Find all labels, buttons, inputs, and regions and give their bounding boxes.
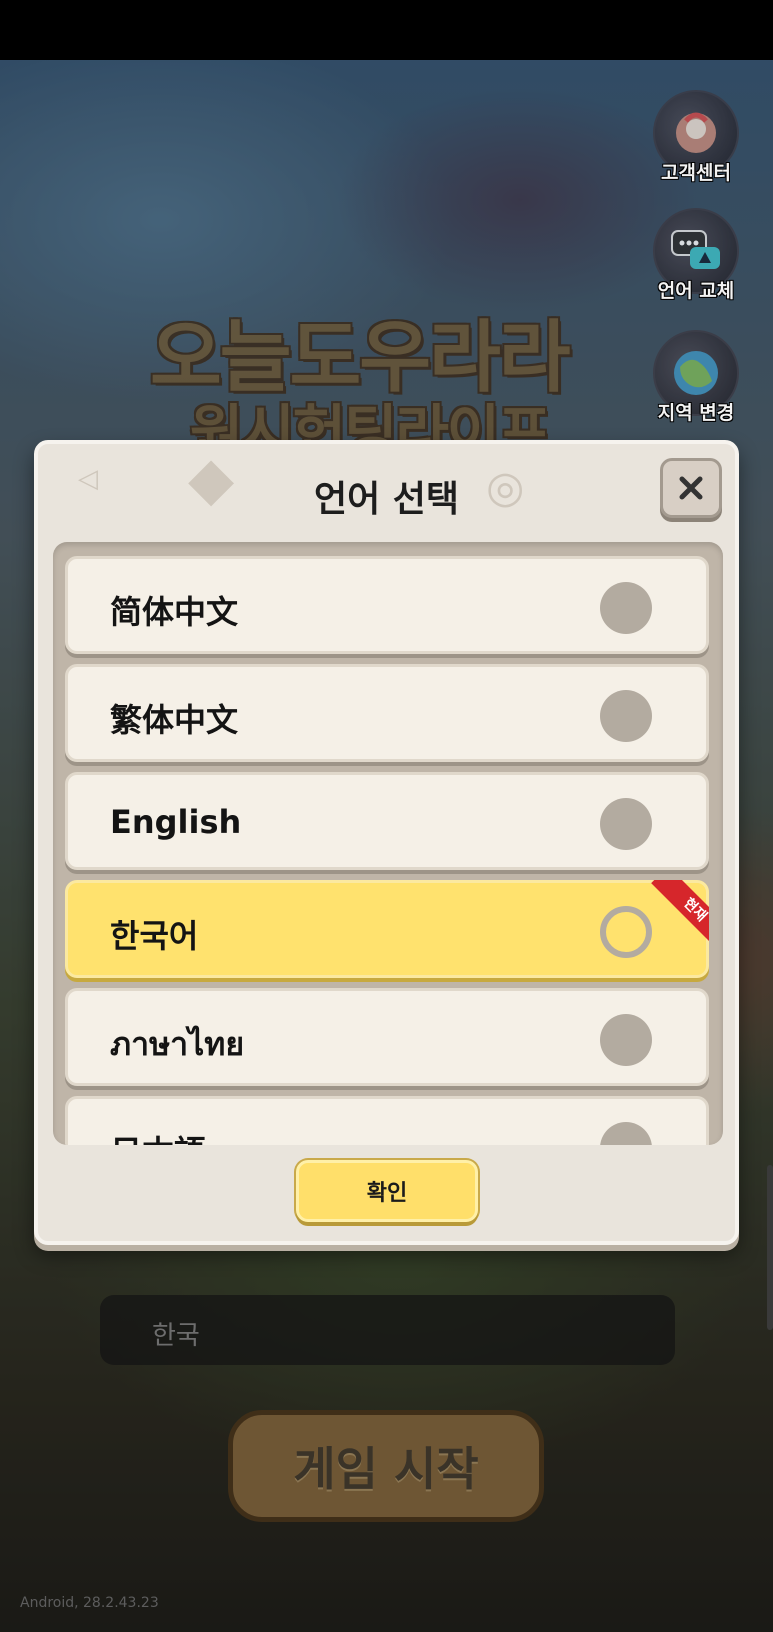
version-text: Android, 28.2.43.23 bbox=[20, 1595, 159, 1611]
game-launcher-screen: 오늘도우라라 원시헌팅라이프 고객센터 언어 교체 지역 변경 한국 게임 시작… bbox=[0, 0, 773, 1632]
language-option-japanese[interactable]: 日本語 bbox=[65, 1096, 709, 1145]
language-option-traditional-chinese[interactable]: 繁体中文 bbox=[65, 664, 709, 762]
radio-button[interactable] bbox=[600, 1122, 652, 1145]
region-field-value: 한국 bbox=[152, 1321, 200, 1351]
radio-button[interactable] bbox=[600, 690, 652, 742]
status-bar bbox=[0, 0, 773, 60]
current-badge: 현재 bbox=[639, 880, 709, 950]
option-label: 한국어 bbox=[110, 917, 199, 955]
confirm-button[interactable]: 확인 bbox=[296, 1160, 478, 1222]
radio-button[interactable] bbox=[600, 1014, 652, 1066]
dialog-title: 언어 선택 bbox=[313, 479, 459, 520]
close-icon bbox=[679, 476, 703, 500]
region-change-label: 지역 변경 bbox=[657, 402, 735, 424]
language-option-thai[interactable]: ภาษาไทย bbox=[65, 988, 709, 1086]
option-label: English bbox=[110, 803, 242, 841]
option-label: ภาษาไทย bbox=[110, 1025, 245, 1063]
language-option-english[interactable]: English bbox=[65, 772, 709, 870]
option-label: 日本語 bbox=[110, 1127, 206, 1145]
option-label: 繁体中文 bbox=[110, 701, 239, 739]
language-option-simplified-chinese[interactable]: 简体中文 bbox=[65, 556, 709, 654]
option-label: 简体中文 bbox=[110, 593, 239, 631]
start-game-button[interactable]: 게임 시작 bbox=[228, 1410, 544, 1522]
customer-center-button[interactable]: 고객센터 bbox=[646, 90, 746, 190]
language-select-dialog: ◁ ◆ ◎ 언어 선택 简体中文 繁体中文 English 한국어 현재 ภาษ… bbox=[34, 440, 739, 1245]
language-option-korean[interactable]: 한국어 현재 bbox=[65, 880, 709, 978]
language-list[interactable]: 简体中文 繁体中文 English 한국어 현재 ภาษาไทย bbox=[53, 542, 723, 1145]
region-change-button[interactable]: 지역 변경 bbox=[646, 330, 746, 430]
customer-center-label: 고객센터 bbox=[661, 162, 731, 184]
region-field[interactable]: 한국 bbox=[100, 1295, 675, 1365]
close-button[interactable] bbox=[660, 458, 722, 518]
current-badge-label: 현재 bbox=[651, 880, 709, 950]
radio-button[interactable] bbox=[600, 798, 652, 850]
language-change-label: 언어 교체 bbox=[657, 280, 735, 302]
radio-button[interactable] bbox=[600, 582, 652, 634]
language-change-button[interactable]: 언어 교체 bbox=[646, 208, 746, 308]
edge-handle[interactable] bbox=[767, 1165, 773, 1330]
